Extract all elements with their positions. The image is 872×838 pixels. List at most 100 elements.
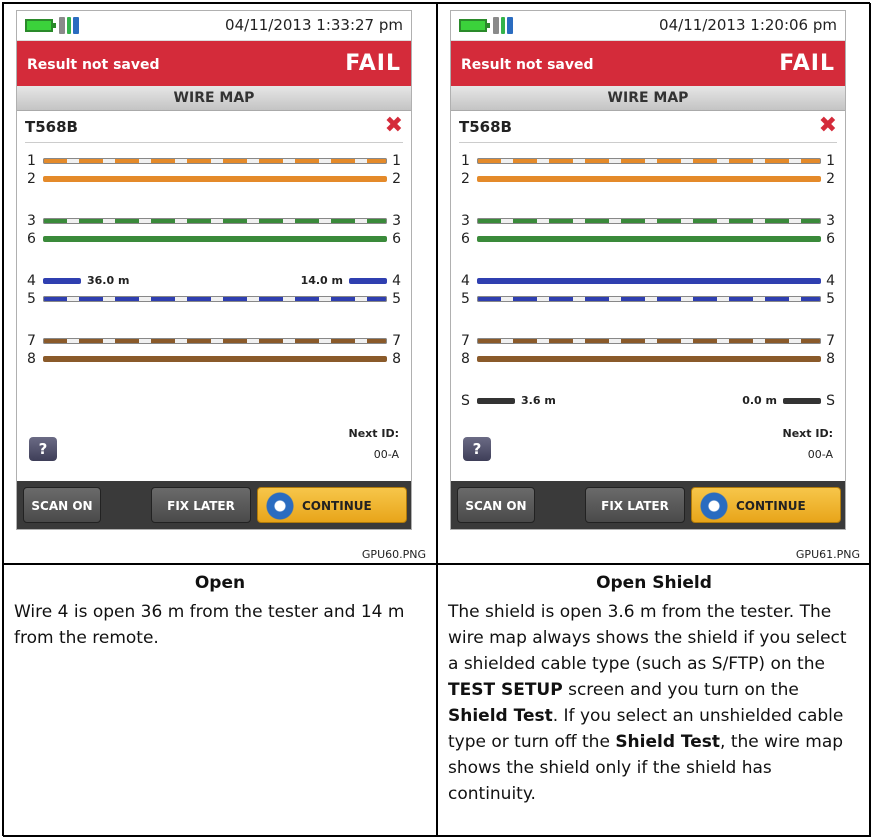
battery-icon bbox=[459, 19, 490, 32]
caption-text: Wire 4 is open 36 m from the tester and … bbox=[14, 602, 405, 648]
wire-row-3: 33 bbox=[451, 213, 845, 229]
pin-label-left: 1 bbox=[461, 153, 470, 169]
wire-row-6: 66 bbox=[451, 231, 845, 247]
fix-later-button[interactable]: FIX LATER bbox=[151, 487, 251, 523]
wire-row-S: S S 3.6 m 0.0 m bbox=[451, 393, 845, 409]
cable-type: T568B bbox=[25, 118, 78, 136]
wire-line bbox=[477, 338, 821, 344]
status-bar: 04/11/2013 1:20:06 pm bbox=[451, 11, 845, 41]
caption-text: The shield is open 3.6 m from the tester… bbox=[448, 602, 847, 804]
wire-segment-left bbox=[477, 398, 515, 404]
wire-row-8: 88 bbox=[451, 351, 845, 367]
distance-to-tester: 36.0 m bbox=[87, 274, 130, 287]
wire-row-3: 33 bbox=[17, 213, 411, 229]
status-bar: 04/11/2013 1:33:27 pm bbox=[17, 11, 411, 41]
scan-on-button[interactable]: SCAN ON bbox=[457, 487, 535, 523]
result-status: Result not saved bbox=[461, 57, 594, 73]
pin-label-right: 8 bbox=[826, 351, 835, 367]
pin-label-left: 6 bbox=[27, 231, 36, 247]
wire-row-6: 66 bbox=[17, 231, 411, 247]
result-banner: Result not saved FAIL bbox=[451, 41, 845, 86]
next-id: Next ID: 00-A bbox=[783, 427, 833, 461]
wire-row-7: 77 bbox=[451, 333, 845, 349]
continue-icon bbox=[266, 492, 294, 520]
pin-label-right: 4 bbox=[826, 273, 835, 289]
wire-map: 1 1 2 2 3 3 6 6 4 4 36.0 m 14.0 m557788 bbox=[17, 143, 411, 443]
next-id-value: 00-A bbox=[373, 448, 399, 461]
continue-button[interactable]: CONTINUE bbox=[691, 487, 841, 523]
screenshot-cell-open-shield: 04/11/2013 1:20:06 pm Result not saved F… bbox=[437, 3, 871, 564]
wire-row-5: 55 bbox=[451, 291, 845, 307]
pin-label-left: 3 bbox=[27, 213, 36, 229]
caption-heading: Open bbox=[194, 573, 246, 593]
pin-label-left: 4 bbox=[461, 273, 470, 289]
caption-open: Open Wire 4 is open 36 m from the tester… bbox=[3, 564, 437, 837]
caption-open-shield: Open Shield The shield is open 3.6 m fro… bbox=[437, 564, 871, 837]
cable-type: T568B bbox=[459, 118, 512, 136]
continue-button[interactable]: CONTINUE bbox=[257, 487, 407, 523]
pin-label-right: 8 bbox=[392, 351, 401, 367]
result-status: Result not saved bbox=[27, 57, 160, 73]
caption-heading: Open Shield bbox=[596, 573, 712, 593]
distance-to-tester: 3.6 m bbox=[521, 394, 556, 407]
wire-segment-left bbox=[43, 278, 81, 284]
test-setup-term: TEST SETUP bbox=[448, 680, 563, 700]
fix-later-button[interactable]: FIX LATER bbox=[585, 487, 685, 523]
pin-label-right: 6 bbox=[392, 231, 401, 247]
wire-line bbox=[43, 218, 387, 224]
next-id-label: Next ID: bbox=[782, 427, 833, 440]
wire-line bbox=[477, 278, 821, 284]
continue-label: CONTINUE bbox=[302, 499, 372, 513]
pin-label-left: 8 bbox=[27, 351, 36, 367]
pin-label-left: 1 bbox=[27, 153, 36, 169]
pin-label-right: 3 bbox=[392, 213, 401, 229]
pin-label-left: 5 bbox=[461, 291, 470, 307]
help-button[interactable]: ? bbox=[463, 437, 491, 461]
pin-label-left: 4 bbox=[27, 273, 36, 289]
wire-line bbox=[477, 296, 821, 302]
wire-line bbox=[477, 356, 821, 362]
pin-label-right: 7 bbox=[826, 333, 835, 349]
wire-segment-right bbox=[349, 278, 387, 284]
button-bar: SCAN ON FIX LATER CONTINUE bbox=[451, 481, 845, 529]
wire-row-4: 44 bbox=[451, 273, 845, 289]
pin-label-right: 5 bbox=[826, 291, 835, 307]
next-id-value: 00-A bbox=[807, 448, 833, 461]
pin-label-right: 4 bbox=[392, 273, 401, 289]
pin-label-left: S bbox=[461, 393, 470, 409]
distance-to-remote: 0.0 m bbox=[742, 394, 777, 407]
wire-row-1: 11 bbox=[451, 153, 845, 169]
pin-label-left: 5 bbox=[27, 291, 36, 307]
wire-row-8: 88 bbox=[17, 351, 411, 367]
close-icon: ✖ bbox=[818, 113, 837, 138]
wire-line bbox=[43, 296, 387, 302]
shield-test-term: Shield Test bbox=[448, 706, 553, 726]
pin-label-left: 8 bbox=[461, 351, 470, 367]
button-bar: SCAN ON FIX LATER CONTINUE bbox=[17, 481, 411, 529]
wire-row-2: 22 bbox=[17, 171, 411, 187]
continue-icon bbox=[700, 492, 728, 520]
link-status-icon bbox=[493, 17, 513, 34]
pin-label-right: 5 bbox=[392, 291, 401, 307]
wire-line bbox=[477, 176, 821, 182]
pin-label-right: 6 bbox=[826, 231, 835, 247]
pin-label-left: 6 bbox=[461, 231, 470, 247]
help-button[interactable]: ? bbox=[29, 437, 57, 461]
pin-label-right: 1 bbox=[826, 153, 835, 169]
cable-type-row: T568B ✖ bbox=[25, 111, 403, 143]
close-icon: ✖ bbox=[384, 113, 403, 138]
wire-segment-right bbox=[783, 398, 821, 404]
pin-label-left: 2 bbox=[27, 171, 36, 187]
tester-screen: 04/11/2013 1:33:27 pm Result not saved F… bbox=[16, 10, 412, 530]
verdict-label: FAIL bbox=[779, 51, 835, 76]
pin-label-right: 1 bbox=[392, 153, 401, 169]
tester-screen: 04/11/2013 1:20:06 pm Result not saved F… bbox=[450, 10, 846, 530]
pin-label-left: 7 bbox=[27, 333, 36, 349]
pin-label-right: 2 bbox=[826, 171, 835, 187]
datetime: 04/11/2013 1:20:06 pm bbox=[659, 16, 837, 34]
wire-row-2: 22 bbox=[451, 171, 845, 187]
wire-line bbox=[43, 158, 387, 164]
pin-label-right: S bbox=[826, 393, 835, 409]
scan-on-button[interactable]: SCAN ON bbox=[23, 487, 101, 523]
wire-line bbox=[477, 158, 821, 164]
